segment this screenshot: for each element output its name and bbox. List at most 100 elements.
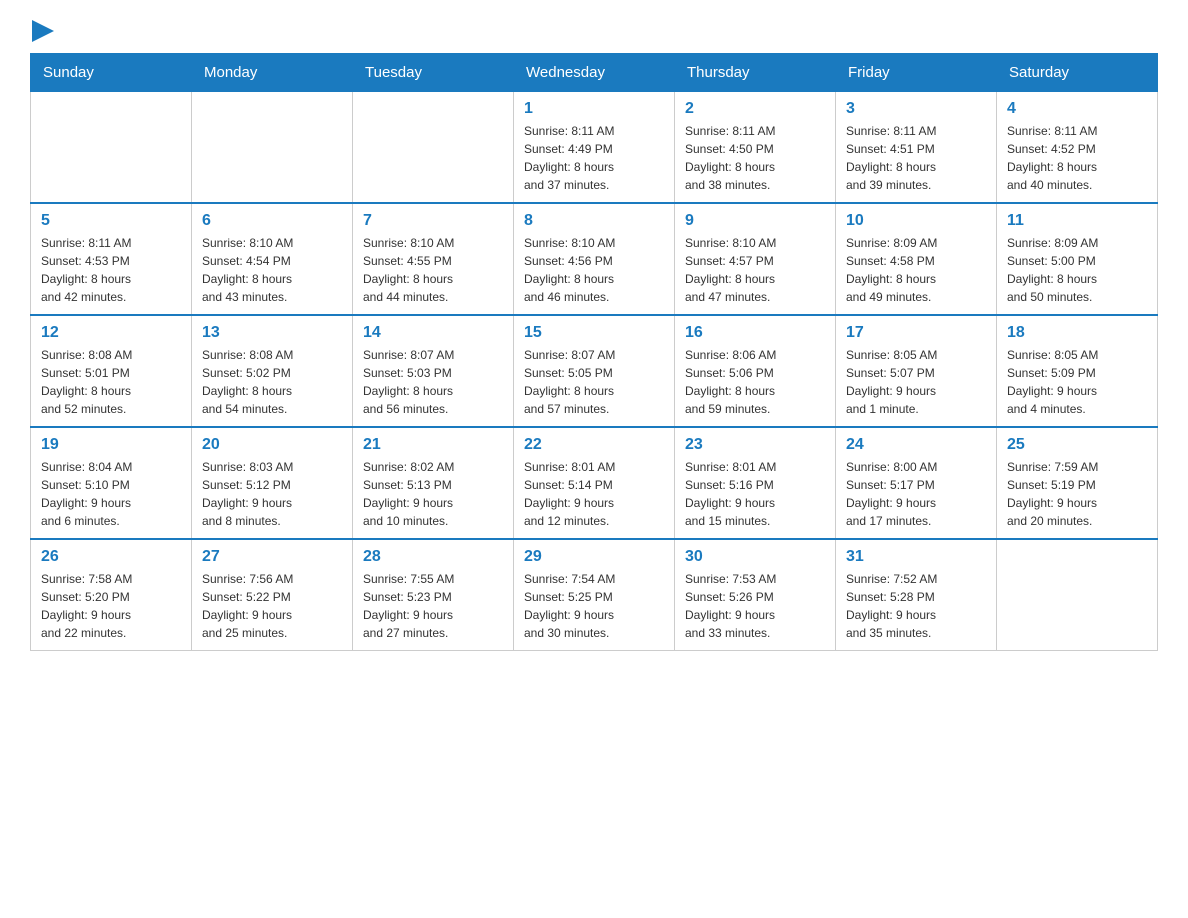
day-number: 24	[846, 436, 986, 454]
day-number: 3	[846, 100, 986, 118]
calendar-cell	[997, 539, 1158, 651]
calendar-cell: 7 Sunrise: 8:10 AM Sunset: 4:55 PM Daylig…	[353, 203, 514, 315]
day-number: 28	[363, 548, 503, 566]
day-info: Sunrise: 8:11 AM Sunset: 4:52 PM Dayligh…	[1007, 122, 1147, 194]
calendar-cell: 26Sunrise: 7:58 AM Sunset: 5:20 PM Dayli…	[31, 539, 192, 651]
calendar-cell: 8 Sunrise: 8:10 AM Sunset: 4:56 PM Daylig…	[514, 203, 675, 315]
calendar-header-thursday: Thursday	[675, 54, 836, 92]
day-number: 15	[524, 324, 664, 342]
day-number: 29	[524, 548, 664, 566]
day-info: Sunrise: 7:56 AM Sunset: 5:22 PM Dayligh…	[202, 570, 342, 642]
day-info: Sunrise: 7:55 AM Sunset: 5:23 PM Dayligh…	[363, 570, 503, 642]
day-number: 12	[41, 324, 181, 342]
calendar-cell: 14Sunrise: 8:07 AM Sunset: 5:03 PM Dayli…	[353, 315, 514, 427]
day-info: Sunrise: 8:10 AM Sunset: 4:57 PM Dayligh…	[685, 234, 825, 306]
calendar-cell: 29 Sunrise: 7:54 AM Sunset: 5:25 PM Dayli…	[514, 539, 675, 651]
day-number: 4	[1007, 100, 1147, 118]
day-number: 16	[685, 324, 825, 342]
day-info: Sunrise: 8:11 AM Sunset: 4:51 PM Dayligh…	[846, 122, 986, 194]
day-number: 5	[41, 212, 181, 230]
calendar-header-wednesday: Wednesday	[514, 54, 675, 92]
day-info: Sunrise: 8:08 AM Sunset: 5:02 PM Dayligh…	[202, 346, 342, 418]
day-number: 10	[846, 212, 986, 230]
day-number: 7	[363, 212, 503, 230]
day-info: Sunrise: 8:01 AM Sunset: 5:16 PM Dayligh…	[685, 458, 825, 530]
calendar-cell: 13Sunrise: 8:08 AM Sunset: 5:02 PM Dayli…	[192, 315, 353, 427]
day-number: 17	[846, 324, 986, 342]
calendar-table: SundayMondayTuesdayWednesdayThursdayFrid…	[30, 53, 1158, 651]
day-number: 2	[685, 100, 825, 118]
day-info: Sunrise: 8:05 AM Sunset: 5:07 PM Dayligh…	[846, 346, 986, 418]
day-number: 9	[685, 212, 825, 230]
calendar-cell: 30 Sunrise: 7:53 AM Sunset: 5:26 PM Dayli…	[675, 539, 836, 651]
calendar-cell: 18 Sunrise: 8:05 AM Sunset: 5:09 PM Dayli…	[997, 315, 1158, 427]
calendar-week-row: 5 Sunrise: 8:11 AM Sunset: 4:53 PM Daylig…	[31, 203, 1158, 315]
calendar-cell: 25Sunrise: 7:59 AM Sunset: 5:19 PM Dayli…	[997, 427, 1158, 539]
day-info: Sunrise: 8:11 AM Sunset: 4:53 PM Dayligh…	[41, 234, 181, 306]
calendar-cell: 9 Sunrise: 8:10 AM Sunset: 4:57 PM Daylig…	[675, 203, 836, 315]
day-info: Sunrise: 8:10 AM Sunset: 4:56 PM Dayligh…	[524, 234, 664, 306]
day-info: Sunrise: 7:54 AM Sunset: 5:25 PM Dayligh…	[524, 570, 664, 642]
day-number: 1	[524, 100, 664, 118]
day-info: Sunrise: 8:07 AM Sunset: 5:03 PM Dayligh…	[363, 346, 503, 418]
day-number: 23	[685, 436, 825, 454]
day-info: Sunrise: 8:10 AM Sunset: 4:55 PM Dayligh…	[363, 234, 503, 306]
calendar-header-tuesday: Tuesday	[353, 54, 514, 92]
calendar-cell: 16 Sunrise: 8:06 AM Sunset: 5:06 PM Dayli…	[675, 315, 836, 427]
calendar-week-row: 1 Sunrise: 8:11 AM Sunset: 4:49 PM Daylig…	[31, 92, 1158, 204]
day-info: Sunrise: 8:10 AM Sunset: 4:54 PM Dayligh…	[202, 234, 342, 306]
day-number: 26	[41, 548, 181, 566]
calendar-week-row: 12 Sunrise: 8:08 AM Sunset: 5:01 PM Dayli…	[31, 315, 1158, 427]
day-info: Sunrise: 8:11 AM Sunset: 4:49 PM Dayligh…	[524, 122, 664, 194]
calendar-cell: 21 Sunrise: 8:02 AM Sunset: 5:13 PM Dayli…	[353, 427, 514, 539]
day-number: 30	[685, 548, 825, 566]
day-info: Sunrise: 8:01 AM Sunset: 5:14 PM Dayligh…	[524, 458, 664, 530]
calendar-cell: 5 Sunrise: 8:11 AM Sunset: 4:53 PM Daylig…	[31, 203, 192, 315]
day-info: Sunrise: 8:02 AM Sunset: 5:13 PM Dayligh…	[363, 458, 503, 530]
day-info: Sunrise: 8:08 AM Sunset: 5:01 PM Dayligh…	[41, 346, 181, 418]
calendar-header-friday: Friday	[836, 54, 997, 92]
day-number: 31	[846, 548, 986, 566]
calendar-cell: 17 Sunrise: 8:05 AM Sunset: 5:07 PM Dayli…	[836, 315, 997, 427]
calendar-header-sunday: Sunday	[31, 54, 192, 92]
calendar-cell: 4 Sunrise: 8:11 AM Sunset: 4:52 PM Daylig…	[997, 92, 1158, 204]
day-info: Sunrise: 8:06 AM Sunset: 5:06 PM Dayligh…	[685, 346, 825, 418]
calendar-header-monday: Monday	[192, 54, 353, 92]
calendar-cell	[192, 92, 353, 204]
calendar-cell: 1 Sunrise: 8:11 AM Sunset: 4:49 PM Daylig…	[514, 92, 675, 204]
calendar-cell: 20 Sunrise: 8:03 AM Sunset: 5:12 PM Dayli…	[192, 427, 353, 539]
logo	[30, 20, 54, 43]
calendar-cell: 15 Sunrise: 8:07 AM Sunset: 5:05 PM Dayli…	[514, 315, 675, 427]
calendar-cell: 10 Sunrise: 8:09 AM Sunset: 4:58 PM Dayli…	[836, 203, 997, 315]
day-info: Sunrise: 7:52 AM Sunset: 5:28 PM Dayligh…	[846, 570, 986, 642]
calendar-cell: 24 Sunrise: 8:00 AM Sunset: 5:17 PM Dayli…	[836, 427, 997, 539]
calendar-cell: 3 Sunrise: 8:11 AM Sunset: 4:51 PM Daylig…	[836, 92, 997, 204]
calendar-cell	[353, 92, 514, 204]
day-number: 11	[1007, 212, 1147, 230]
day-info: Sunrise: 8:09 AM Sunset: 5:00 PM Dayligh…	[1007, 234, 1147, 306]
day-info: Sunrise: 8:11 AM Sunset: 4:50 PM Dayligh…	[685, 122, 825, 194]
calendar-cell: 12 Sunrise: 8:08 AM Sunset: 5:01 PM Dayli…	[31, 315, 192, 427]
day-number: 22	[524, 436, 664, 454]
calendar-header-row: SundayMondayTuesdayWednesdayThursdayFrid…	[31, 54, 1158, 92]
day-number: 8	[524, 212, 664, 230]
calendar-cell: 11 Sunrise: 8:09 AM Sunset: 5:00 PM Dayli…	[997, 203, 1158, 315]
calendar-cell: 2 Sunrise: 8:11 AM Sunset: 4:50 PM Daylig…	[675, 92, 836, 204]
day-info: Sunrise: 8:09 AM Sunset: 4:58 PM Dayligh…	[846, 234, 986, 306]
day-info: Sunrise: 8:03 AM Sunset: 5:12 PM Dayligh…	[202, 458, 342, 530]
day-info: Sunrise: 8:07 AM Sunset: 5:05 PM Dayligh…	[524, 346, 664, 418]
calendar-cell	[31, 92, 192, 204]
calendar-cell: 6Sunrise: 8:10 AM Sunset: 4:54 PM Daylig…	[192, 203, 353, 315]
day-info: Sunrise: 7:53 AM Sunset: 5:26 PM Dayligh…	[685, 570, 825, 642]
day-number: 27	[202, 548, 342, 566]
day-number: 21	[363, 436, 503, 454]
day-info: Sunrise: 8:00 AM Sunset: 5:17 PM Dayligh…	[846, 458, 986, 530]
calendar-week-row: 19Sunrise: 8:04 AM Sunset: 5:10 PM Dayli…	[31, 427, 1158, 539]
logo-triangle-icon	[32, 20, 54, 42]
calendar-cell: 23 Sunrise: 8:01 AM Sunset: 5:16 PM Dayli…	[675, 427, 836, 539]
day-number: 20	[202, 436, 342, 454]
day-info: Sunrise: 8:05 AM Sunset: 5:09 PM Dayligh…	[1007, 346, 1147, 418]
day-number: 18	[1007, 324, 1147, 342]
calendar-header-saturday: Saturday	[997, 54, 1158, 92]
calendar-cell: 27 Sunrise: 7:56 AM Sunset: 5:22 PM Dayli…	[192, 539, 353, 651]
